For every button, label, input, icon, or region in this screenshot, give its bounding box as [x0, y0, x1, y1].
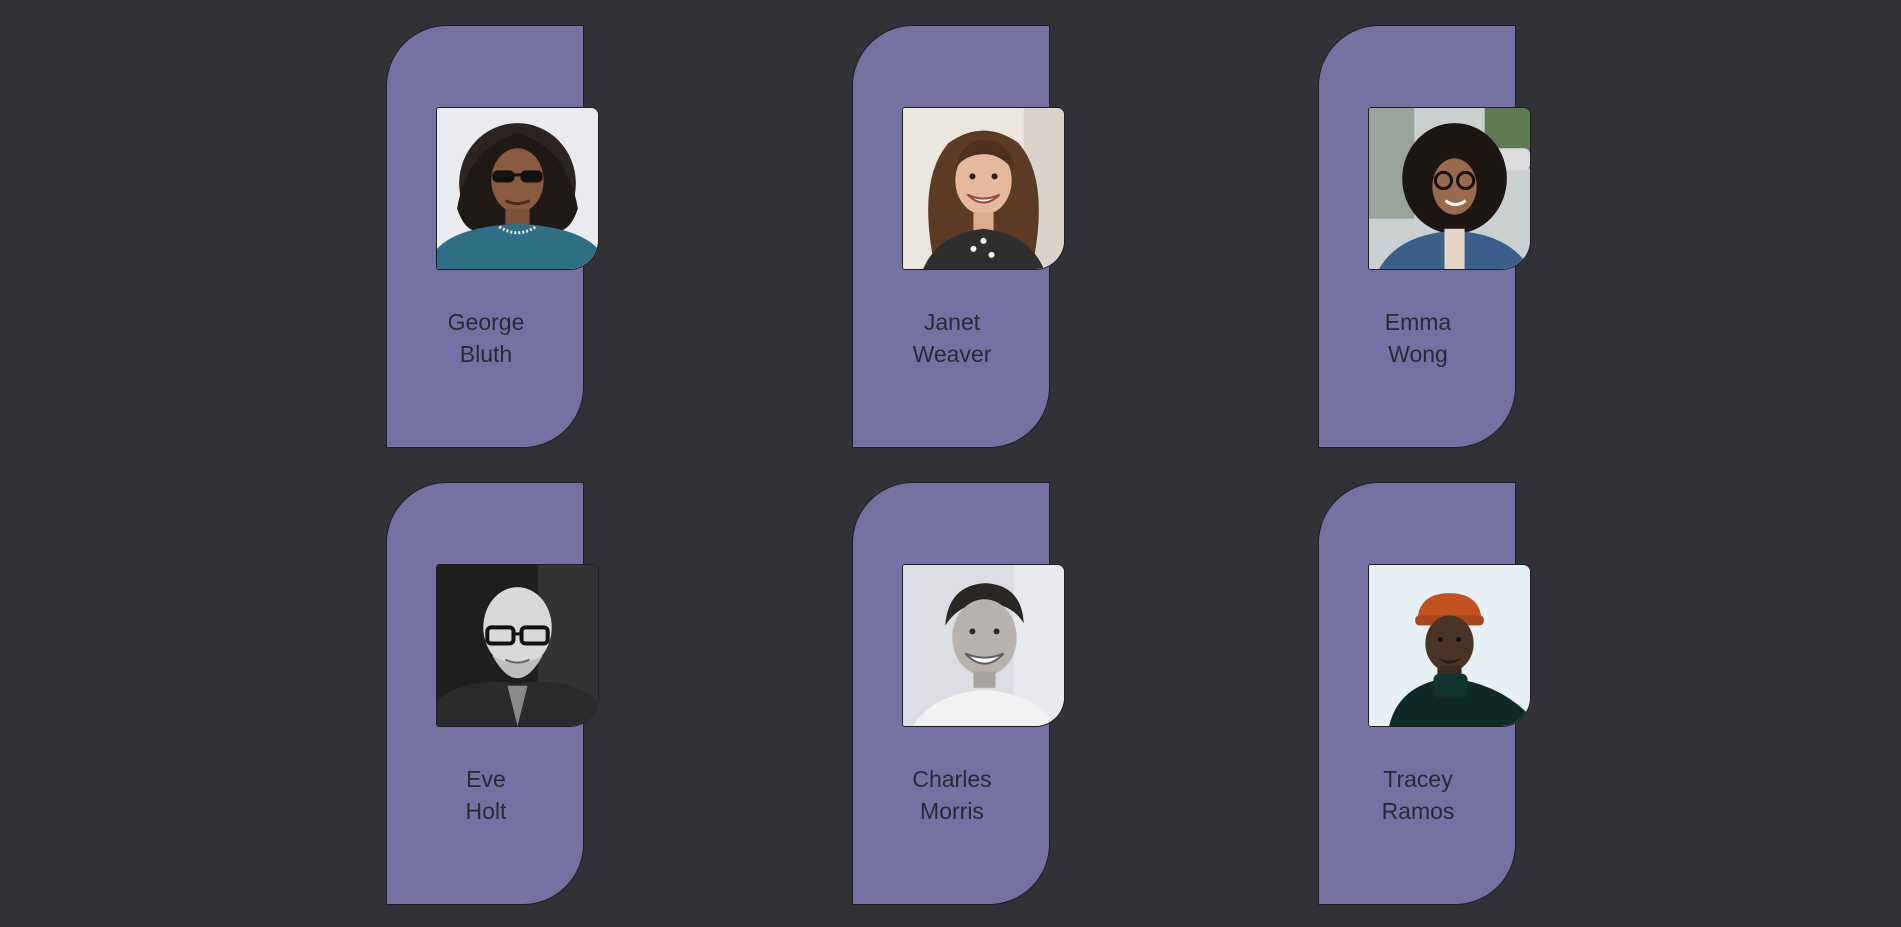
first-name: Emma	[1384, 309, 1452, 335]
profile-card-janet-weaver[interactable]: Janet Weaver	[852, 25, 1065, 448]
profile-card-tracey-ramos[interactable]: Tracey Ramos	[1318, 482, 1531, 905]
profile-card-eve-holt[interactable]: Eve Holt	[386, 482, 599, 905]
profile-name: Charles Morris	[853, 763, 1051, 827]
profile-card-emma-wong[interactable]: Emma Wong	[1318, 25, 1531, 448]
last-name: Ramos	[1381, 798, 1455, 824]
first-name: Janet	[923, 309, 981, 335]
profile-name: Emma Wong	[1319, 306, 1517, 370]
profile-photo-icon	[437, 565, 598, 726]
last-name: Wong	[1388, 341, 1448, 367]
profile-card-george-bluth[interactable]: George Bluth	[386, 25, 599, 448]
last-name: Morris	[920, 798, 984, 824]
profile-card-charles-morris[interactable]: Charles Morris	[852, 482, 1065, 905]
profile-photo-icon	[903, 565, 1064, 726]
profile-photo-icon	[437, 108, 598, 269]
profile-name: Eve Holt	[387, 763, 585, 827]
avatar	[436, 107, 599, 270]
avatar	[902, 107, 1065, 270]
profile-grid: George Bluth Janet Weaver Emma Wong Eve …	[0, 0, 1901, 927]
avatar	[436, 564, 599, 727]
first-name: Charles	[912, 766, 992, 792]
profile-photo-icon	[1369, 565, 1530, 726]
avatar	[1368, 107, 1531, 270]
avatar	[1368, 564, 1531, 727]
avatar	[902, 564, 1065, 727]
profile-name: Tracey Ramos	[1319, 763, 1517, 827]
profile-name: Janet Weaver	[853, 306, 1051, 370]
last-name: Bluth	[459, 341, 513, 367]
profile-name: George Bluth	[387, 306, 585, 370]
last-name: Holt	[465, 798, 507, 824]
first-name: Tracey	[1383, 766, 1453, 792]
last-name: Weaver	[912, 341, 992, 367]
first-name: Eve	[466, 766, 506, 792]
profile-photo-icon	[903, 108, 1064, 269]
first-name: George	[447, 309, 525, 335]
profile-photo-icon	[1369, 108, 1530, 269]
